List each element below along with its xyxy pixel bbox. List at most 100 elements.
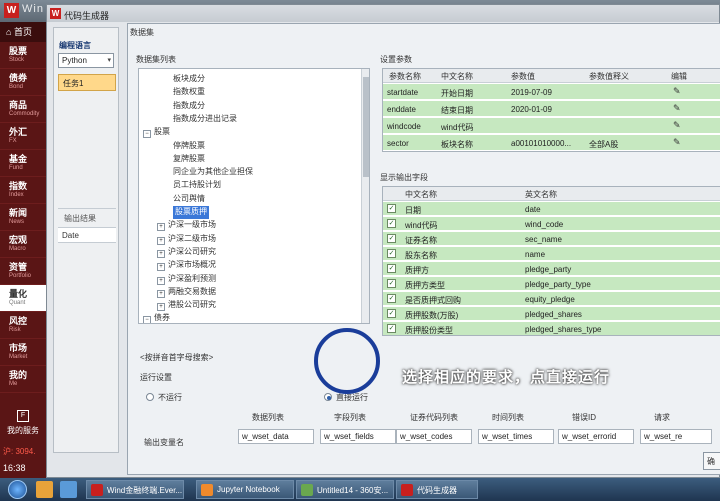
param-row[interactable]: enddate 结束日期 2020-01-09 ✎: [383, 101, 720, 117]
field-row[interactable]: ✓ 证券名称 sec_name: [383, 232, 720, 246]
tree-item[interactable]: 员工持股计划: [173, 179, 221, 192]
tree-item[interactable]: + 沪深公司研究: [157, 246, 216, 259]
tree-item[interactable]: + 沪深一级市场: [157, 219, 216, 232]
field-row[interactable]: ✓ 质押股份类型 pledged_shares_type: [383, 322, 720, 335]
field-row[interactable]: ✓ 质押方类型 pledge_party_type: [383, 277, 720, 291]
field-checkbox[interactable]: ✓: [387, 309, 396, 318]
tree-scrollbar[interactable]: [361, 69, 369, 323]
params-header: 参数名称 中文名称 参数值 参数值释义 编辑: [383, 69, 720, 83]
tree-item[interactable]: 指数成分进出记录: [173, 113, 237, 126]
search-hint[interactable]: <按拼音首字母搜索>: [140, 352, 213, 363]
field-checkbox[interactable]: ✓: [387, 264, 396, 273]
radio-direct-run[interactable]: [324, 393, 332, 401]
field-checkbox[interactable]: ✓: [387, 324, 396, 333]
field-checkbox[interactable]: ✓: [387, 219, 396, 228]
field-row[interactable]: ✓ 质押股数(万股) pledged_shares: [383, 307, 720, 321]
taskbar-button[interactable]: Wind金融终端.Ever...: [86, 480, 184, 499]
field-checkbox[interactable]: ✓: [387, 294, 396, 303]
tree-expand-icon[interactable]: +: [157, 276, 165, 285]
tree-expand-icon[interactable]: +: [157, 263, 165, 272]
sidebar-item-fx[interactable]: 外汇 FX: [0, 123, 46, 150]
sidebar-item-bond[interactable]: 债券 Bond: [0, 69, 46, 96]
pencil-icon[interactable]: ✎: [673, 120, 681, 131]
tree-item[interactable]: + 沪深盈利预测: [157, 273, 216, 286]
output-var-input[interactable]: w_wset_fields: [320, 429, 396, 444]
tree-item[interactable]: 板块成分: [173, 73, 205, 86]
start-button[interactable]: [8, 480, 27, 499]
tree-expand-icon[interactable]: −: [143, 316, 151, 323]
param-row[interactable]: windcode wind代码 ✎: [383, 118, 720, 134]
tree-item[interactable]: − 股票: [143, 126, 170, 139]
sidebar-item-portfolio[interactable]: 资管 Portfolio: [0, 258, 46, 285]
pencil-icon[interactable]: ✎: [673, 86, 681, 97]
tree-item[interactable]: + 沪深二级市场: [157, 233, 216, 246]
output-var-input[interactable]: w_wset_codes: [396, 429, 472, 444]
tree-item[interactable]: + 两融交易数据: [157, 286, 216, 299]
pencil-icon[interactable]: ✎: [673, 137, 681, 148]
field-row[interactable]: ✓ 是否质押式回购 equity_pledge: [383, 292, 720, 306]
field-row[interactable]: ✓ wind代码 wind_code: [383, 217, 720, 231]
taskbar-button[interactable]: Jupyter Notebook: [196, 480, 294, 499]
tree-item[interactable]: 停牌股票: [173, 140, 205, 153]
sidebar-item-fund[interactable]: 基金 Fund: [0, 150, 46, 177]
tree-item[interactable]: − 债券: [143, 312, 170, 323]
settings-label: 设置参数: [380, 55, 412, 64]
sidebar-item-me[interactable]: 我的 Me: [0, 366, 46, 393]
output-result-label[interactable]: 输出结果: [58, 208, 116, 225]
output-var-input[interactable]: w_wset_re: [640, 429, 712, 444]
scroll-thumb[interactable]: [363, 77, 369, 177]
sidebar-item-risk[interactable]: 风控 Risk: [0, 312, 46, 339]
dataset-tree[interactable]: 板块成分 指数权重 指数成分 指数成分进出记录 − 股票 停牌股票 复牌股票 同企业为其他企业担…: [138, 68, 370, 324]
taskbar-button[interactable]: 代码生成器: [396, 480, 478, 499]
field-checkbox[interactable]: ✓: [387, 204, 396, 213]
field-checkbox[interactable]: ✓: [387, 234, 396, 243]
params-col-edit: 编辑: [671, 72, 687, 81]
ok-button[interactable]: 确: [703, 452, 720, 470]
my-service[interactable]: F 我的服务: [0, 406, 46, 442]
field-row[interactable]: ✓ 质押方 pledge_party: [383, 262, 720, 276]
tree-item[interactable]: 指数权重: [173, 86, 205, 99]
param-row[interactable]: startdate 开始日期 2019-07-09 ✎: [383, 84, 720, 100]
tree-expand-icon[interactable]: +: [157, 303, 165, 312]
tree-item[interactable]: 公司舆情: [173, 193, 205, 206]
tree-expand-icon[interactable]: +: [157, 289, 165, 298]
tree-expand-icon[interactable]: +: [157, 236, 165, 245]
field-cn: 质押方: [405, 266, 429, 275]
output-var-input[interactable]: w_wset_errorid: [558, 429, 634, 444]
tree-item[interactable]: 股票质押: [173, 206, 209, 219]
tree-item[interactable]: + 港股公司研究: [157, 299, 216, 312]
field-row[interactable]: ✓ 日期 date: [383, 202, 720, 216]
sidebar-item-stock[interactable]: 股票 Stock: [0, 42, 46, 69]
sidebar-item-quant[interactable]: 量化 Quant: [0, 285, 46, 312]
sidebar-home[interactable]: ⌂ 首页: [0, 22, 46, 42]
sidebar-item-commodity[interactable]: 商品 Commodity: [0, 96, 46, 123]
browser-icon[interactable]: [60, 481, 77, 498]
tree-item[interactable]: + 沪深市场概况: [157, 259, 216, 272]
output-var-input[interactable]: w_wset_times: [478, 429, 554, 444]
sidebar-item-sublabel: Quant: [9, 300, 26, 306]
sidebar-item-label: 资管: [9, 262, 28, 272]
output-var-input[interactable]: w_wset_data: [238, 429, 314, 444]
dataset-list-label: 数据集列表: [136, 55, 176, 64]
language-select[interactable]: Python ▾: [58, 53, 114, 68]
tree-expand-icon[interactable]: +: [157, 223, 165, 232]
tree-expand-icon[interactable]: −: [143, 130, 151, 139]
app-title: Win: [22, 3, 44, 15]
tree-expand-icon[interactable]: +: [157, 249, 165, 258]
sidebar-item-index[interactable]: 指数 Index: [0, 177, 46, 204]
taskbar-button[interactable]: Untitled14 - 360安...: [296, 480, 394, 499]
tree-item[interactable]: 复牌股票: [173, 153, 205, 166]
sidebar-item-news[interactable]: 新闻 News: [0, 204, 46, 231]
field-checkbox[interactable]: ✓: [387, 249, 396, 258]
sidebar-item-market[interactable]: 市场 Market: [0, 339, 46, 366]
radio-no-run[interactable]: [146, 393, 154, 401]
tree-item[interactable]: 指数成分: [173, 100, 205, 113]
tree-item[interactable]: 同企业为其他企业担保: [173, 166, 253, 179]
param-row[interactable]: sector 板块名称 a00101010000... 全部A股 ✎: [383, 135, 720, 151]
field-checkbox[interactable]: ✓: [387, 279, 396, 288]
pencil-icon[interactable]: ✎: [673, 103, 681, 114]
task-tab[interactable]: 任务1: [58, 74, 116, 91]
field-row[interactable]: ✓ 股东名称 name: [383, 247, 720, 261]
folder-icon[interactable]: [36, 481, 53, 498]
sidebar-item-macro[interactable]: 宏观 Macro: [0, 231, 46, 258]
